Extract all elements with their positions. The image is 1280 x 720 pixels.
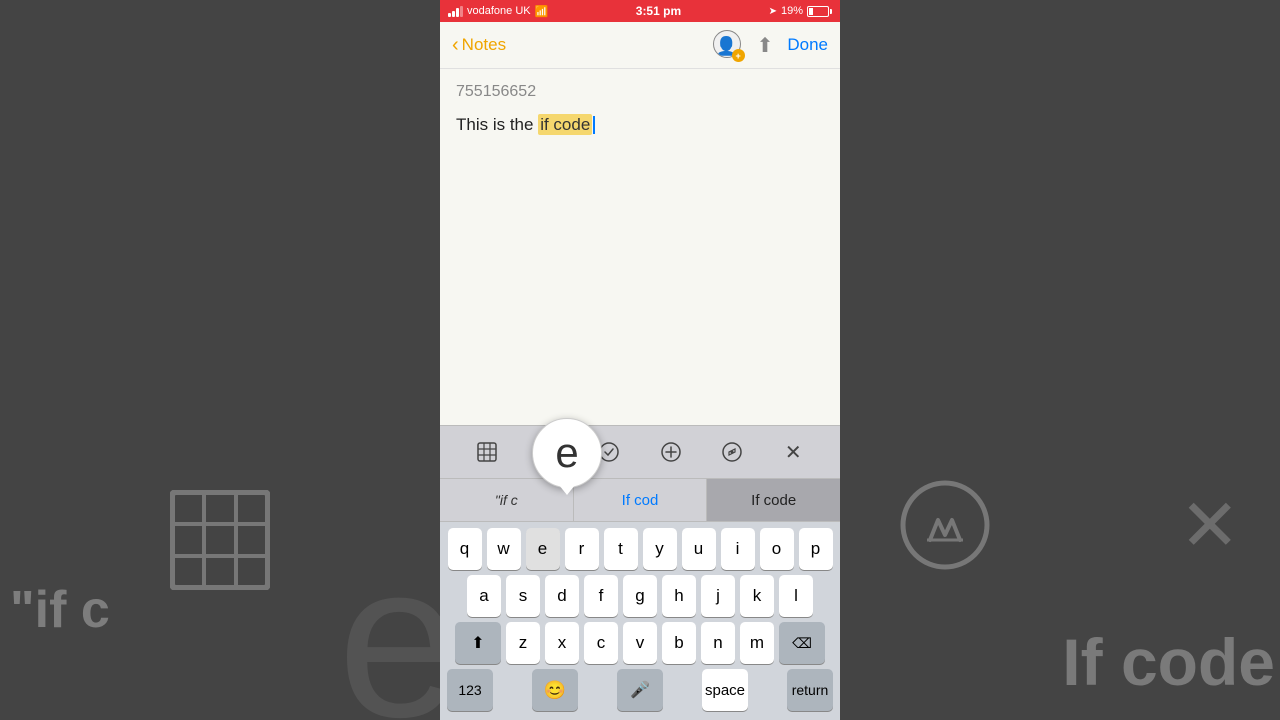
- number-key[interactable]: 123: [447, 669, 493, 711]
- signal-bars: [448, 6, 463, 17]
- key-r[interactable]: r: [565, 528, 599, 570]
- keyboard-row-3: ⬆ z x c v b n m ⌫: [443, 622, 837, 664]
- keyboard-row-1: q w e r t y u i o p: [443, 528, 837, 570]
- note-content-area[interactable]: 755156652 This is the if code: [440, 69, 840, 425]
- keyboard-row-2: a s d f g h j k l: [443, 575, 837, 617]
- format-toolbar: Aa ✕: [440, 425, 840, 478]
- phone-screen: vodafone UK 📶 3:51 pm ➤ 19% ‹ Notes 👤: [440, 0, 840, 720]
- key-g[interactable]: g: [623, 575, 657, 617]
- nav-actions: 👤 + ⬆ Done: [713, 30, 828, 60]
- key-b[interactable]: b: [662, 622, 696, 664]
- key-d[interactable]: d: [545, 575, 579, 617]
- key-x[interactable]: x: [545, 622, 579, 664]
- note-id: 755156652: [456, 83, 824, 101]
- table-button[interactable]: [469, 434, 505, 470]
- markup-button[interactable]: [714, 434, 750, 470]
- status-right: ➤ 19%: [769, 5, 832, 17]
- signal-bar-3: [456, 8, 459, 17]
- carrier-label: vodafone UK: [467, 5, 531, 17]
- plus-badge: +: [732, 49, 745, 62]
- note-text-before: This is the: [456, 115, 538, 134]
- note-text-highlighted: if code: [538, 114, 592, 135]
- share-button[interactable]: ⬆: [757, 33, 774, 58]
- location-icon: ➤: [769, 6, 777, 17]
- key-t[interactable]: t: [604, 528, 638, 570]
- key-k[interactable]: k: [740, 575, 774, 617]
- key-m[interactable]: m: [740, 622, 774, 664]
- battery-icon: [807, 6, 832, 17]
- magnifier-letter: e: [555, 429, 578, 477]
- bg-table-icon: [170, 490, 270, 595]
- bg-quote-text: "if c: [10, 580, 110, 640]
- key-i[interactable]: i: [721, 528, 755, 570]
- close-keyboard-button[interactable]: ✕: [775, 434, 811, 470]
- key-s[interactable]: s: [506, 575, 540, 617]
- add-people-button[interactable]: 👤 +: [713, 30, 743, 60]
- bg-x-icon: ✕: [1180, 490, 1240, 562]
- key-p[interactable]: p: [799, 528, 833, 570]
- battery-percentage: 19%: [781, 5, 803, 17]
- battery-body: [807, 6, 829, 17]
- back-label: Notes: [462, 35, 506, 55]
- signal-bar-1: [448, 13, 451, 17]
- signal-bar-4: [460, 6, 463, 17]
- key-w[interactable]: w: [487, 528, 521, 570]
- left-panel: "if c e: [0, 0, 440, 720]
- return-key[interactable]: return: [787, 669, 833, 711]
- key-o[interactable]: o: [760, 528, 794, 570]
- bg-letter-e: e: [338, 530, 440, 720]
- key-y[interactable]: y: [643, 528, 677, 570]
- space-key[interactable]: space: [702, 669, 748, 711]
- battery-fill: [809, 8, 813, 15]
- key-l[interactable]: l: [779, 575, 813, 617]
- key-q[interactable]: q: [448, 528, 482, 570]
- autocomplete-option-2[interactable]: If cod: [574, 479, 708, 521]
- shift-key[interactable]: ⬆: [455, 622, 501, 664]
- emoji-key[interactable]: 😊: [532, 669, 578, 711]
- autocomplete-option-3[interactable]: If code: [707, 479, 840, 521]
- add-button[interactable]: [653, 434, 689, 470]
- mic-key[interactable]: 🎤: [617, 669, 663, 711]
- wifi-icon: 📶: [535, 5, 549, 18]
- right-panel: ✕ If code: [840, 0, 1280, 720]
- battery-tip: [830, 9, 832, 14]
- note-text[interactable]: This is the if code: [456, 113, 824, 137]
- back-arrow-icon: ‹: [452, 34, 459, 57]
- bg-markup-icon: [900, 480, 990, 575]
- key-j[interactable]: j: [701, 575, 735, 617]
- bg-ifcode-text: If code: [1062, 624, 1275, 700]
- time-display: 3:51 pm: [636, 4, 681, 18]
- text-cursor: [593, 116, 595, 134]
- key-u[interactable]: u: [682, 528, 716, 570]
- key-f[interactable]: f: [584, 575, 618, 617]
- key-e[interactable]: e: [526, 528, 560, 570]
- status-bar: vodafone UK 📶 3:51 pm ➤ 19%: [440, 0, 840, 22]
- key-h[interactable]: h: [662, 575, 696, 617]
- keyboard-bottom-row: 123 😊 🎤 space return: [443, 669, 837, 711]
- keyboard: q w e r t y u i o p a s d f g h j k l ⬆ …: [440, 522, 840, 720]
- nav-bar: ‹ Notes 👤 + ⬆ Done: [440, 22, 840, 69]
- key-z[interactable]: z: [506, 622, 540, 664]
- key-a[interactable]: a: [467, 575, 501, 617]
- done-button[interactable]: Done: [787, 35, 828, 55]
- signal-bar-2: [452, 11, 455, 17]
- key-c[interactable]: c: [584, 622, 618, 664]
- delete-key[interactable]: ⌫: [779, 622, 825, 664]
- key-n[interactable]: n: [701, 622, 735, 664]
- magnifier-bubble: e: [532, 418, 602, 488]
- back-button[interactable]: ‹ Notes: [452, 34, 506, 57]
- status-left: vodafone UK 📶: [448, 5, 548, 18]
- autocomplete-bar: "if c If cod If code: [440, 478, 840, 522]
- key-v[interactable]: v: [623, 622, 657, 664]
